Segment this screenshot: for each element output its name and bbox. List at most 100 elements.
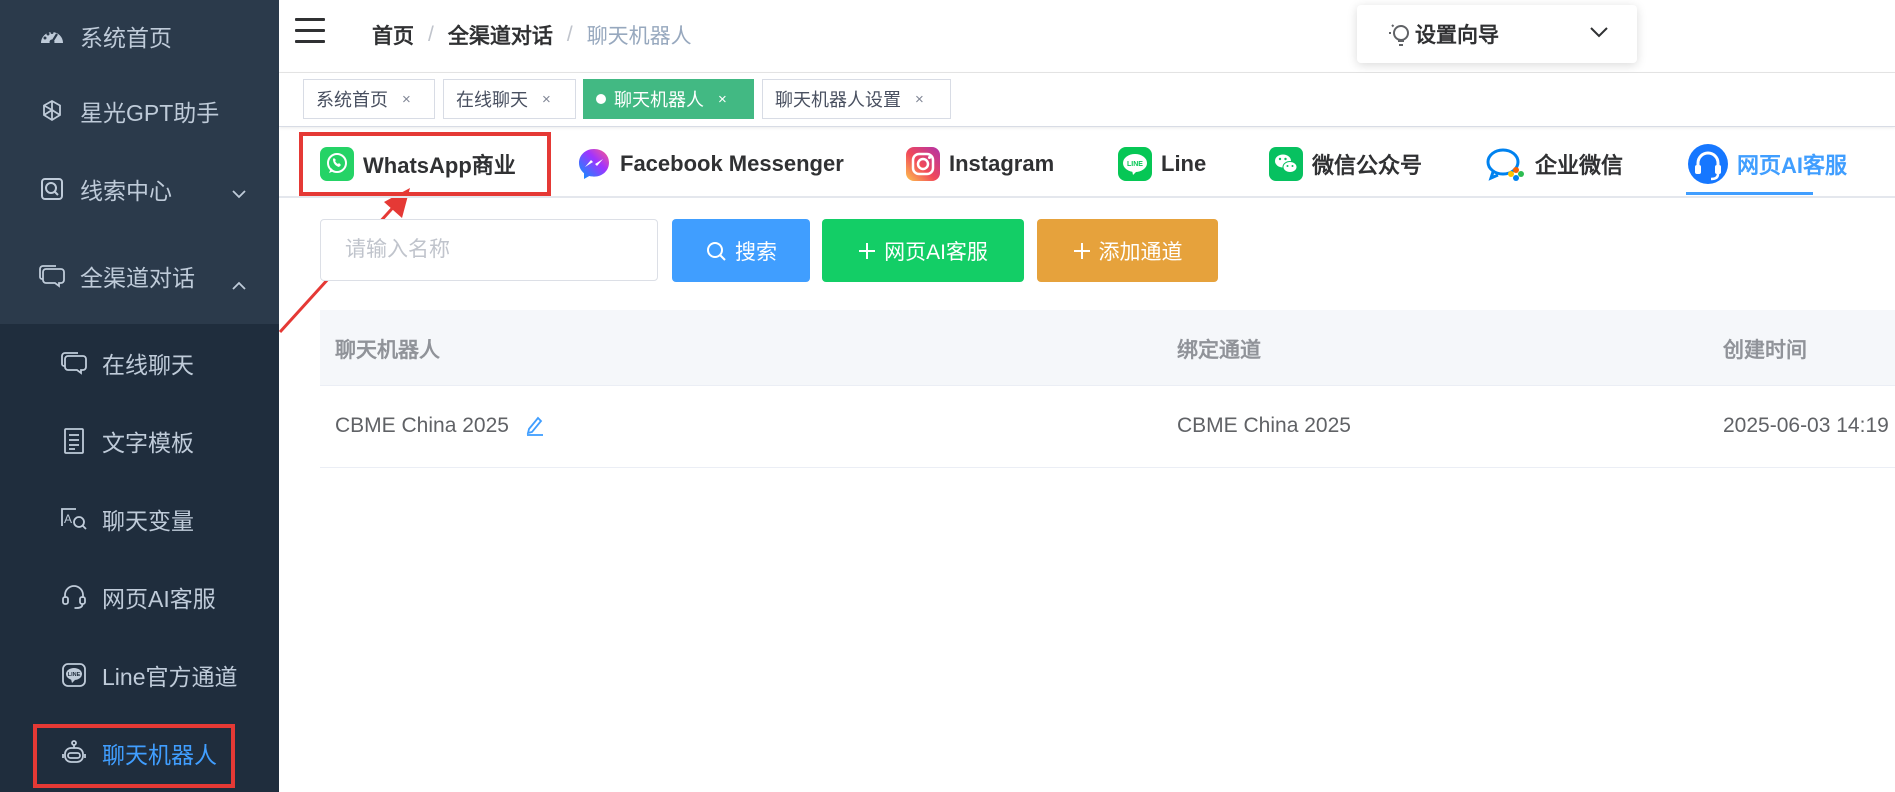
wecom-icon	[1485, 146, 1527, 182]
openai-icon	[38, 97, 66, 125]
tag-chatbot[interactable]: 聊天机器人 ×	[583, 79, 754, 119]
tab-label: 网页AI客服	[1737, 153, 1848, 178]
sidebar-item-text-template[interactable]: 文字模板	[0, 402, 279, 480]
top-header: 首页 / 全渠道对话 / 聊天机器人 设置向导	[279, 0, 1895, 73]
close-icon[interactable]: ×	[915, 91, 924, 108]
chatbot-table: 聊天机器人 绑定通道 创建时间 CBME China 2025 CBME Chi…	[320, 310, 1895, 468]
headset-icon	[1687, 143, 1729, 185]
tag-label: 在线聊天	[456, 90, 528, 110]
column-header-created-time: 创建时间	[1723, 339, 1807, 362]
chevron-up-icon	[231, 270, 247, 297]
svg-text:LINE: LINE	[68, 672, 81, 678]
sidebar-item-chat-variables[interactable]: A 聊天变量	[0, 480, 279, 558]
column-header-chatbot: 聊天机器人	[335, 339, 440, 362]
tab-label: Instagram	[949, 151, 1055, 176]
tab-wechat-official[interactable]: 微信公众号	[1268, 144, 1422, 184]
close-icon[interactable]: ×	[542, 91, 551, 108]
sidebar-item-label: 线索中心	[80, 178, 172, 204]
breadcrumb-item-home[interactable]: 首页	[372, 20, 414, 50]
active-tab-indicator	[1686, 192, 1813, 195]
active-dot	[596, 94, 606, 104]
sidebar-item-chatbot[interactable]: 聊天机器人	[0, 714, 279, 792]
tab-wecom[interactable]: 企业微信	[1485, 144, 1623, 184]
sidebar-item-line-official[interactable]: LINE Line官方通道	[0, 636, 279, 714]
svg-text:A: A	[64, 512, 72, 526]
instagram-icon	[905, 146, 941, 182]
menu-toggle-icon[interactable]	[295, 18, 325, 44]
sidebar-top-section: 系统首页 星光GPT助手 线索中心 全渠道对话	[0, 0, 279, 324]
whatsapp-icon	[319, 146, 355, 182]
close-icon[interactable]: ×	[718, 91, 727, 108]
sidebar-item-leads[interactable]: 线索中心	[0, 150, 279, 228]
plus-icon	[858, 242, 876, 260]
document-icon	[60, 427, 88, 455]
search-button[interactable]: 搜索	[672, 219, 810, 282]
tab-web-ai-service[interactable]: 网页AI客服	[1687, 144, 1847, 184]
tab-facebook-messenger[interactable]: Facebook Messenger	[576, 144, 844, 184]
cell-created-time: 2025-06-03 14:19	[1723, 414, 1889, 437]
sidebar-item-label: Line官方通道	[102, 664, 238, 690]
tab-label: Facebook Messenger	[620, 151, 844, 176]
lightbulb-icon	[1387, 20, 1413, 48]
sidebar-item-online-chat[interactable]: 在线聊天	[0, 324, 279, 402]
setup-wizard-label: 设置向导	[1415, 24, 1499, 47]
tags-view-bar: 系统首页 × 在线聊天 × 聊天机器人 × 聊天机器人设置 ×	[279, 73, 1895, 127]
tab-label: Line	[1161, 151, 1207, 176]
chat-bubbles-icon	[60, 349, 88, 377]
tab-instagram[interactable]: Instagram	[905, 144, 1054, 184]
tab-whatsapp[interactable]: WhatsApp商业	[319, 144, 516, 184]
chevron-down-icon	[1589, 25, 1609, 43]
tag-chatbot-settings[interactable]: 聊天机器人设置 ×	[762, 79, 951, 119]
name-search-input[interactable]	[320, 219, 658, 281]
table-row: CBME China 2025 CBME China 2025 2025-06-…	[320, 386, 1895, 468]
dashboard-icon	[38, 22, 66, 50]
tag-home[interactable]: 系统首页 ×	[303, 79, 435, 119]
add-channel-button[interactable]: 添加通道	[1037, 219, 1218, 282]
breadcrumb-separator: /	[428, 23, 434, 46]
column-header-bound-channel: 绑定通道	[1177, 339, 1261, 362]
tag-online-chat[interactable]: 在线聊天 ×	[443, 79, 576, 119]
sidebar-item-home[interactable]: 系统首页	[0, 0, 279, 72]
line-icon: LINE	[60, 661, 88, 689]
sidebar-item-omnichannel[interactable]: 全渠道对话	[0, 228, 279, 324]
search-box-icon	[38, 175, 66, 203]
sidebar-item-web-ai-service[interactable]: 网页AI客服	[0, 558, 279, 636]
close-icon[interactable]: ×	[402, 91, 411, 108]
search-button-label: 搜索	[735, 240, 777, 264]
tab-label: WhatsApp商业	[363, 153, 516, 178]
tag-label: 聊天机器人设置	[775, 90, 901, 110]
cell-chatbot-name: CBME China 2025	[335, 414, 509, 437]
sidebar-item-label: 系统首页	[80, 25, 172, 51]
tab-label: 企业微信	[1535, 153, 1624, 178]
chevron-down-icon	[231, 178, 247, 205]
robot-icon	[60, 739, 88, 767]
cell-bound-channel: CBME China 2025	[1177, 414, 1351, 437]
add-web-ai-service-label: 网页AI客服	[884, 240, 988, 264]
breadcrumb-separator: /	[566, 23, 573, 46]
tab-line[interactable]: LINE Line	[1117, 144, 1206, 184]
sidebar: 系统首页 星光GPT助手 线索中心 全渠道对话 在线聊天 文字模板 A 聊天变量…	[0, 0, 279, 792]
edit-icon[interactable]	[525, 414, 545, 441]
sidebar-item-gpt-assistant[interactable]: 星光GPT助手	[0, 72, 279, 150]
messenger-icon	[576, 146, 612, 182]
headset-icon	[60, 583, 88, 611]
sidebar-item-label: 网页AI客服	[102, 586, 216, 612]
breadcrumb-item-current: 聊天机器人	[586, 25, 692, 48]
setup-wizard-dropdown[interactable]: 设置向导	[1357, 5, 1637, 63]
chat-bubbles-icon	[38, 262, 66, 290]
add-web-ai-service-button[interactable]: 网页AI客服	[822, 219, 1024, 282]
breadcrumb-item-omnichannel[interactable]: 全渠道对话	[448, 20, 553, 50]
tag-label: 聊天机器人	[614, 90, 704, 110]
add-channel-label: 添加通道	[1098, 240, 1183, 264]
sidebar-item-label: 全渠道对话	[80, 265, 195, 291]
sidebar-item-label: 星光GPT助手	[80, 100, 220, 126]
tab-label: 微信公众号	[1312, 153, 1423, 178]
table-header: 聊天机器人 绑定通道 创建时间	[320, 310, 1895, 386]
search-icon	[705, 240, 727, 262]
line-icon: LINE	[1117, 146, 1153, 182]
sidebar-item-label: 聊天机器人	[102, 742, 217, 768]
sidebar-item-label: 文字模板	[102, 430, 194, 456]
wechat-icon	[1268, 146, 1304, 182]
svg-text:LINE: LINE	[1127, 161, 1143, 168]
variable-search-icon: A	[60, 505, 88, 533]
